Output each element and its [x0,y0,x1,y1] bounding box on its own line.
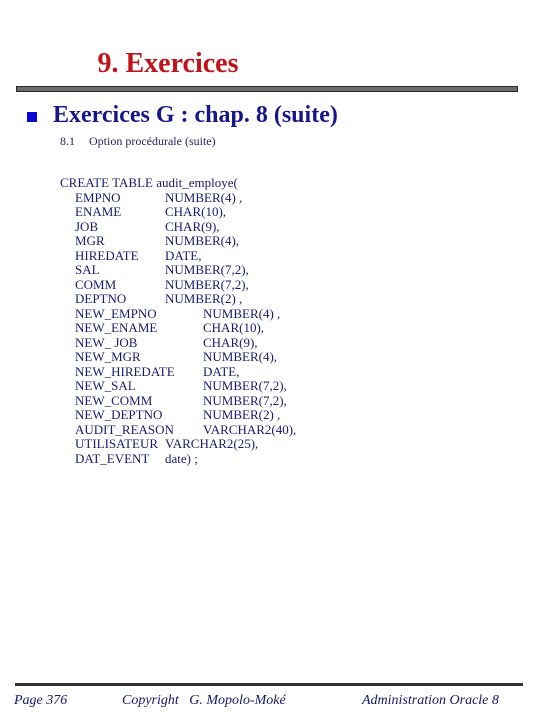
column-name: DEPTNO [75,291,127,306]
column-name: NEW_SAL [75,378,136,393]
column-type: NUMBER(2) , [203,407,281,422]
code-column-row: NEW_EMPNO NUMBER(4) , [60,305,280,322]
footer-page-number: Page 376 [14,693,68,708]
code-column-row: DEPTNO NUMBER(2) , [60,291,242,307]
code-column-row: NEW_MGR NUMBER(4), [60,349,277,365]
column-name: HIREDATE [75,247,139,263]
code-column-row: MGR NUMBER(4), [60,233,240,249]
code-column-row: NEW_DEPTNO NUMBER(2) , [60,407,280,423]
column-type: CHAR(10), [203,320,265,335]
column-type: NUMBER(4) , [203,305,281,321]
column-name: NEW_HIREDATE [75,363,175,379]
column-type: DATE, [203,363,240,379]
column-name: JOB [75,218,99,234]
code-create-statement: CREATE TABLE audit_employe( [60,175,238,190]
footer-course-title: Administration Oracle 8 [362,693,499,708]
column-name: NEW_ENAME [75,320,158,335]
code-column-row: AUDIT_REASON VARCHAR2(40), [60,421,296,438]
code-first-line: CREATE TABLE audit_employe( [60,175,238,191]
column-name: AUDIT_REASON [75,421,174,437]
code-column-row: NEW_COMM NUMBER(7,2), [60,392,287,409]
section-heading: Exercices G : chap. 8 (suite) [53,102,338,128]
column-name: NEW_ JOB [75,334,138,350]
column-type: NUMBER(2) , [165,291,243,306]
column-name: EMPNO [75,189,121,205]
column-type: NUMBER(4), [165,233,240,248]
code-column-row: NEW_ENAME CHAR(10), [60,320,264,336]
code-column-row: ENAME CHAR(10), [60,204,238,220]
column-name: SAL [75,262,100,277]
code-column-row: NEW_SAL NUMBER(7,2), [60,378,287,394]
column-type: NUMBER(4), [203,349,278,364]
code-columns: EMPNO NUMBER(4) , ENAME CHAR(10), JOB CHAR(9)… [60,189,296,467]
column-type: NUMBER(7,2), [203,378,287,393]
subsection-text: Option procédurale (suite) [89,134,216,148]
code-column-row: DAT_EVENT date) ; [60,450,238,467]
column-name: MGR [75,233,105,248]
column-name: UTILISATEUR [75,436,159,451]
column-type: NUMBER(7,2), [165,262,249,277]
column-type: NUMBER(7,2), [165,276,249,292]
code-column-row: HIREDATE DATE, [60,247,238,264]
footer-divider [15,683,523,686]
code-column-row: UTILISATEUR VARCHAR2(25), [60,436,258,452]
footer-copyright: Copyright G. Mopolo-Moké [122,693,286,708]
code-column-row: JOB CHAR(9), [60,218,238,235]
code-column-row: EMPNO NUMBER(4) , [60,189,242,206]
column-type: NUMBER(4) , [165,189,243,205]
column-name: DAT_EVENT [75,450,150,466]
column-name: NEW_MGR [75,349,141,364]
column-type: CHAR(9), [165,218,220,234]
column-type: CHAR(10), [165,204,227,219]
code-column-row: COMM NUMBER(7,2), [60,276,249,293]
column-type: CHAR(9), [203,334,258,350]
column-type: date) ; [165,450,198,466]
column-type: DATE, [165,247,202,263]
column-type: VARCHAR2(40), [203,421,297,437]
column-type: VARCHAR2(25), [165,436,259,451]
column-name: ENAME [75,204,122,219]
column-name: NEW_DEPTNO [75,407,163,422]
title-divider [16,86,518,92]
column-name: COMM [75,276,117,292]
column-type: NUMBER(7,2), [203,392,287,408]
subsection-number: 8.1 [60,134,75,148]
code-column-row: NEW_ JOB CHAR(9), [60,334,258,351]
column-name: NEW_EMPNO [75,305,157,321]
column-name: NEW_COMM [75,392,153,408]
slide-title: 9. Exercices [97,48,239,79]
square-bullet-icon [27,112,37,122]
code-column-row: NEW_HIREDATE DATE, [60,363,240,380]
sql-code-block: CREATE TABLE audit_employe( EMPNO NUMBER(… [60,175,296,467]
code-column-row: SAL NUMBER(7,2), [60,262,249,278]
